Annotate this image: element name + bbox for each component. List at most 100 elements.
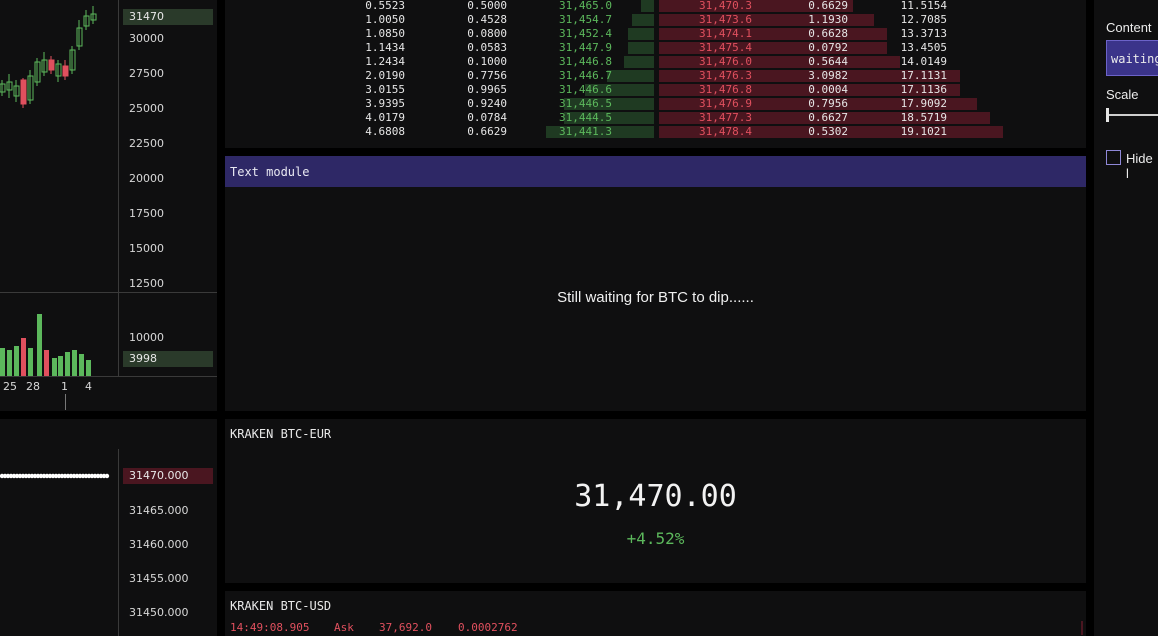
price-tick: 27500 <box>129 67 164 80</box>
order-book-row[interactable]: 1.2434 0.1000 31,446.8 31,476.0 0.5644 14.014… <box>225 55 1086 69</box>
price-tick: 20000 <box>129 172 164 185</box>
ask-size: 0.0792 <box>808 41 848 54</box>
ask-price: 31,473.6 <box>699 13 752 26</box>
ask-size: 0.6628 <box>808 27 848 40</box>
bid-depth-bar <box>641 0 654 12</box>
candle-body <box>48 59 55 71</box>
tick-point <box>104 473 110 479</box>
price-axis-line <box>118 449 119 636</box>
candle-body <box>62 65 69 77</box>
ask-total: 13.4505 <box>900 41 947 54</box>
order-book-row[interactable]: 4.6808 0.6629 31,441.3 31,478.4 0.5302 19.102… <box>225 125 1086 139</box>
bid-total: 4.0179 <box>365 111 405 124</box>
volume-bar <box>86 360 91 376</box>
ask-price: 31,475.4 <box>699 41 752 54</box>
bid-depth-bar <box>628 42 654 54</box>
ask-size: 0.5644 <box>808 55 848 68</box>
ask-size: 0.5302 <box>808 125 848 138</box>
order-book-row[interactable]: 1.1434 0.0583 31,447.9 31,475.4 0.0792 13.450… <box>225 41 1086 55</box>
volume-bar <box>52 358 57 376</box>
ask-size: 3.0982 <box>808 69 848 82</box>
order-book-row[interactable]: 1.0850 0.0800 31,452.4 31,474.1 0.6628 13.371… <box>225 27 1086 41</box>
price-tick: 12500 <box>129 277 164 290</box>
price-tick: 31465.000 <box>129 504 189 517</box>
order-book-row[interactable]: 3.9395 0.9240 31,446.5 31,476.9 0.7956 17.909… <box>225 97 1086 111</box>
order-book-row[interactable]: 0.5523 0.5000 31,465.0 31,470.3 0.6629 11.515… <box>225 0 1086 13</box>
date-axis-line <box>0 376 217 377</box>
bid-size: 0.0784 <box>467 111 507 124</box>
text-module-panel[interactable]: Text module Still waiting for BTC to dip… <box>225 156 1086 411</box>
order-book-row[interactable]: 1.0050 0.4528 31,454.7 31,473.6 1.1930 12.708… <box>225 13 1086 27</box>
content-input[interactable]: waiting <box>1106 40 1158 76</box>
order-book-row[interactable]: 2.0190 0.7756 31,446.7 31,476.3 3.0982 17.113… <box>225 69 1086 83</box>
ask-total: 12.7085 <box>900 13 947 26</box>
bid-price: 31,446.8 <box>559 55 612 68</box>
candle-body <box>20 79 27 105</box>
volume-tag: 3998 <box>123 351 213 367</box>
order-book-panel[interactable]: 0.5523 0.5000 31,465.0 31,470.3 0.6629 11.515… <box>225 0 1086 148</box>
bid-price: 31,446.6 <box>559 83 612 96</box>
trades-panel[interactable]: KRAKEN BTC-USD 14:49:08.905 Ask 37,692.0… <box>225 591 1086 636</box>
bid-price: 31,444.5 <box>559 111 612 124</box>
bid-size: 0.6629 <box>467 125 507 138</box>
bid-price: 31,452.4 <box>559 27 612 40</box>
bid-size: 0.4528 <box>467 13 507 26</box>
ask-total: 14.0149 <box>900 55 947 68</box>
ask-size: 0.6627 <box>808 111 848 124</box>
ask-size: 0.6629 <box>808 0 848 12</box>
bid-depth-bar <box>628 28 654 40</box>
bid-depth-bar <box>607 70 654 82</box>
ask-total: 17.1131 <box>900 69 947 82</box>
volume-bar <box>65 352 70 376</box>
hide-label: Hide l <box>1126 151 1153 181</box>
ask-size: 0.0004 <box>808 83 848 96</box>
order-book-row[interactable]: 4.0179 0.0784 31,444.5 31,477.3 0.6627 18.571… <box>225 111 1086 125</box>
scale-slider-track[interactable] <box>1108 114 1158 116</box>
ask-total: 17.9092 <box>900 97 947 110</box>
volume-chart[interactable] <box>0 293 118 377</box>
ask-total: 18.5719 <box>900 111 947 124</box>
text-module-content: Still waiting for BTC to dip...... <box>557 289 754 306</box>
date-tick: 28 <box>26 380 40 393</box>
ask-total: 17.1136 <box>900 83 947 96</box>
scale-slider-thumb[interactable] <box>1106 108 1109 122</box>
ask-size: 0.7956 <box>808 97 848 110</box>
hide-checkbox[interactable] <box>1106 150 1121 165</box>
ask-size: 1.1930 <box>808 13 848 26</box>
ticker-panel[interactable]: KRAKEN BTC-EUR 31,470.00 +4.52% <box>225 419 1086 583</box>
ask-price: 31,474.1 <box>699 27 752 40</box>
volume-bar <box>7 350 12 376</box>
bid-total: 1.0850 <box>365 27 405 40</box>
bid-total: 2.0190 <box>365 69 405 82</box>
text-module-header[interactable]: Text module <box>225 156 1086 187</box>
bid-size: 0.5000 <box>467 0 507 12</box>
bid-size: 0.7756 <box>467 69 507 82</box>
bid-total: 3.9395 <box>365 97 405 110</box>
volume-tick: 10000 <box>129 331 164 344</box>
ticker-price: 31,470.00 <box>574 479 737 514</box>
price-chart-panel[interactable]: 31470 30000 27500 25000 22500 20000 17500 1500… <box>0 0 217 411</box>
trades-title: KRAKEN BTC-USD <box>230 599 332 613</box>
scale-label: Scale <box>1106 87 1139 102</box>
candlestick-chart[interactable] <box>0 0 118 290</box>
date-tick: 4 <box>85 380 92 393</box>
price-tick: 30000 <box>129 32 164 45</box>
current-price-tag: 31470.000 <box>123 468 213 484</box>
tick-chart-panel[interactable]: 31470.000 31465.000 31460.000 31455.000 … <box>0 419 217 636</box>
tick-line-chart[interactable] <box>0 419 118 636</box>
bid-size: 0.1000 <box>467 55 507 68</box>
bid-total: 0.5523 <box>365 0 405 12</box>
crosshair-marker <box>65 394 66 410</box>
volume-bar <box>28 348 33 376</box>
price-axis-line <box>118 0 119 292</box>
ask-price: 31,477.3 <box>699 111 752 124</box>
volume-bar <box>44 350 49 376</box>
volume-bar <box>21 338 26 376</box>
content-label: Content <box>1106 20 1152 35</box>
bid-price: 31,446.7 <box>559 69 612 82</box>
ask-price: 31,476.8 <box>699 83 752 96</box>
bid-size: 0.0800 <box>467 27 507 40</box>
price-tick: 15000 <box>129 242 164 255</box>
bid-total: 3.0155 <box>365 83 405 96</box>
order-book-row[interactable]: 3.0155 0.9965 31,446.6 31,476.8 0.0004 17.113… <box>225 83 1086 97</box>
